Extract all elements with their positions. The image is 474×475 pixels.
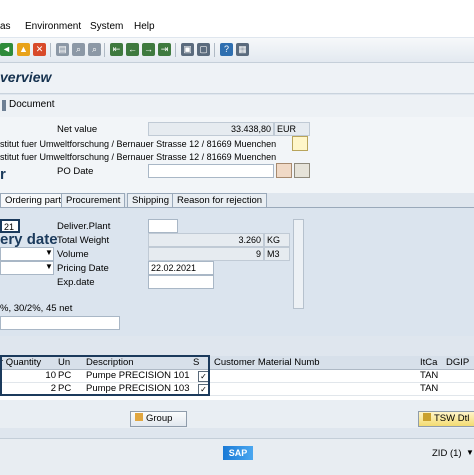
weight-unit-field: KG xyxy=(264,233,290,247)
address-details-icon[interactable] xyxy=(292,136,308,151)
address-line-1: stitut fuer Umweltforschung / Bernauer S… xyxy=(0,139,277,149)
chevron-down-icon[interactable]: ▼ xyxy=(45,248,53,257)
column-header-customer-material[interactable]: Customer Material Numb xyxy=(214,357,320,369)
address-line-2: stitut fuer Umweltforschung / Bernauer S… xyxy=(0,152,277,162)
toolbar-separator xyxy=(104,43,105,57)
toolbar: ◄ ▲ ✕ ▤ ⌕ ⌕ ⇤ ← → ⇥ ▣ ▢ ? ▦ xyxy=(0,38,474,63)
panel-scrollbar[interactable] xyxy=(293,219,304,309)
volume-label: Volume xyxy=(57,249,89,260)
first-page-icon[interactable]: ⇤ xyxy=(110,43,123,56)
row-itca[interactable]: TAN xyxy=(420,370,438,382)
chevron-down-icon[interactable]: ▼ xyxy=(466,448,474,457)
system-info[interactable]: ZID (1) xyxy=(432,448,462,459)
po-date-input[interactable] xyxy=(148,164,274,178)
column-header-dgip[interactable]: DGIP xyxy=(446,357,469,369)
payment-terms: %, 30/2%, 45 net xyxy=(0,303,73,314)
window-top-strip xyxy=(0,0,474,17)
column-header-itca[interactable]: ItCa xyxy=(420,357,437,369)
previous-page-icon[interactable]: ← xyxy=(126,43,139,56)
back-icon[interactable]: ◄ xyxy=(0,43,13,56)
po-date-label: PO Date xyxy=(57,166,94,177)
volume-unit-field: M3 xyxy=(264,247,290,261)
find-icon[interactable]: ⌕ xyxy=(72,43,85,56)
tab-shipping[interactable]: Shipping xyxy=(127,193,174,208)
net-value-field: 33.438,80 xyxy=(148,122,274,136)
customize-layout-icon[interactable]: ▦ xyxy=(236,43,249,56)
toolbar-separator xyxy=(50,43,51,57)
title-bar xyxy=(0,63,474,94)
menu-item-environment[interactable]: Environment xyxy=(25,21,81,32)
menu-item-fragment[interactable]: as xyxy=(0,21,11,32)
currency-field: EUR xyxy=(274,122,310,136)
toolbar-separator xyxy=(214,43,215,57)
print-icon[interactable]: ▤ xyxy=(56,43,69,56)
row-itca[interactable]: TAN xyxy=(420,383,438,395)
help-icon[interactable]: ? xyxy=(220,43,233,56)
pricing-date-label: Pricing Date xyxy=(57,263,109,274)
highlight-box xyxy=(0,355,210,396)
table-toolbar xyxy=(0,400,474,428)
next-page-icon[interactable]: → xyxy=(142,43,155,56)
print-preview-icon[interactable] xyxy=(294,163,310,178)
tab-reason-for-rejection[interactable]: Reason for rejection xyxy=(172,193,268,208)
new-session-icon[interactable]: ▣ xyxy=(181,43,194,56)
tab-procurement[interactable]: Procurement xyxy=(61,193,126,208)
exp-date-input[interactable] xyxy=(148,275,214,289)
net-value-label: Net value xyxy=(57,124,98,135)
tsw-icon xyxy=(423,413,431,421)
delivery-date-fragment: ery date xyxy=(0,231,58,248)
find-next-icon[interactable]: ⌕ xyxy=(88,43,101,56)
group-button[interactable]: Group xyxy=(130,411,187,427)
volume-field: 9 xyxy=(148,247,264,261)
menu-item-help[interactable]: Help xyxy=(134,21,155,32)
menu-bar: as Environment System Help xyxy=(0,17,474,37)
tsw-details-button[interactable]: TSW Dtl xyxy=(418,411,474,427)
total-weight-label: Total Weight xyxy=(57,235,110,246)
menu-item-system[interactable]: System xyxy=(90,21,123,32)
cancel-icon[interactable]: ✕ xyxy=(33,43,46,56)
deliver-plant-label: Deliver.Plant xyxy=(57,221,111,232)
document-button[interactable]: Document xyxy=(9,99,55,110)
big-fragment: r xyxy=(0,166,6,183)
total-weight-field: 3.260 xyxy=(148,233,264,247)
exit-icon[interactable]: ▲ xyxy=(17,43,30,56)
shortcut-icon[interactable]: ▢ xyxy=(197,43,210,56)
toolbar-separator xyxy=(175,43,176,57)
page-title: verview xyxy=(0,69,52,85)
chevron-down-icon[interactable]: ▼ xyxy=(45,262,53,271)
pricing-date-input[interactable]: 22.02.2021 xyxy=(148,261,214,275)
document-icon xyxy=(2,100,6,111)
exp-date-label: Exp.date xyxy=(57,277,95,288)
sap-logo: SAP xyxy=(223,446,253,460)
partner-icon[interactable] xyxy=(276,163,292,178)
application-toolbar: Document xyxy=(0,95,474,117)
deliver-plant-input[interactable] xyxy=(148,219,178,233)
group-icon xyxy=(135,413,143,421)
payment-terms-input[interactable] xyxy=(0,316,120,330)
last-page-icon[interactable]: ⇥ xyxy=(158,43,171,56)
